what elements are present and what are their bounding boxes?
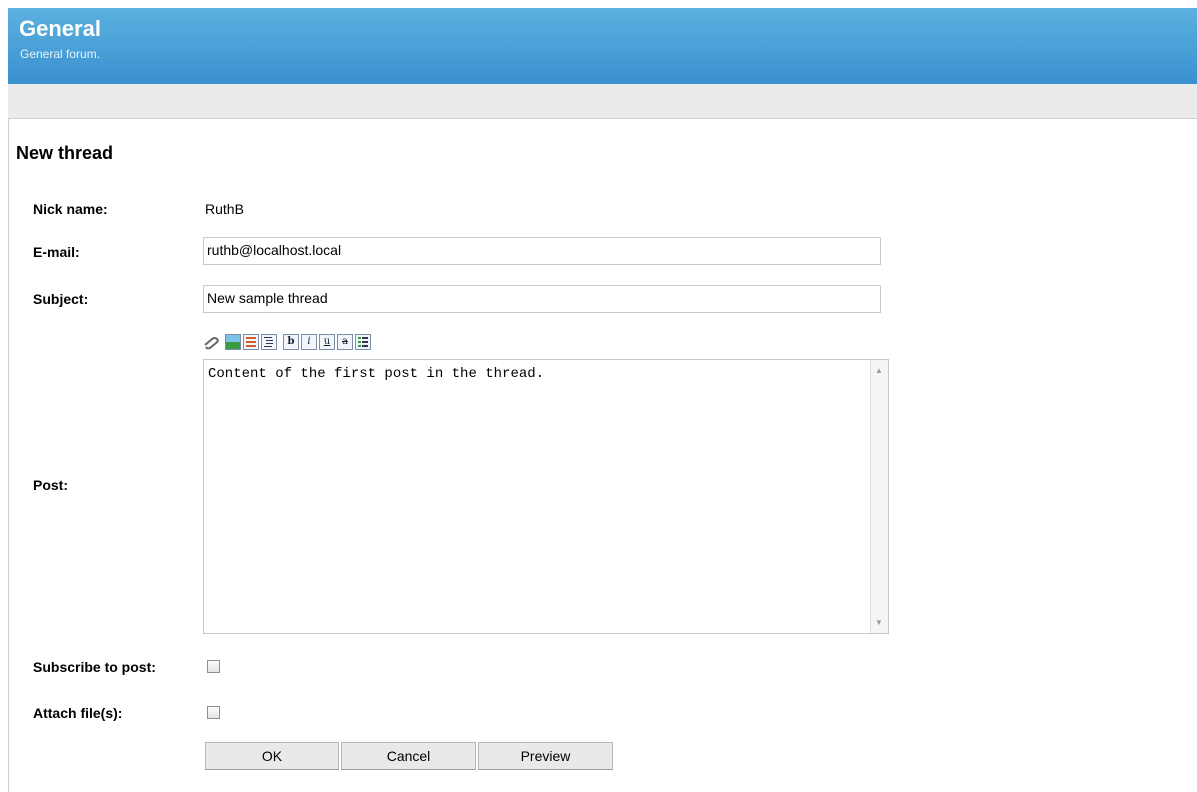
link-icon[interactable] — [203, 334, 219, 350]
navigation-bar — [8, 84, 1197, 119]
underline-icon[interactable]: u — [319, 334, 335, 350]
post-label: Post: — [33, 477, 68, 493]
subscribe-checkbox[interactable] — [207, 660, 220, 673]
subject-label: Subject: — [33, 291, 89, 307]
left-border — [8, 119, 9, 792]
subscribe-label: Subscribe to post: — [33, 659, 156, 675]
attach-files-label: Attach file(s): — [33, 705, 123, 721]
post-textarea[interactable]: Content of the first post in the thread.… — [203, 359, 889, 634]
subject-field[interactable]: New sample thread — [203, 285, 881, 313]
code-icon[interactable] — [261, 334, 277, 350]
forum-header: General General forum. — [8, 8, 1197, 84]
scroll-up-arrow-icon[interactable]: ▲ — [875, 366, 883, 375]
post-content: Content of the first post in the thread. — [208, 366, 545, 382]
scroll-down-arrow-icon[interactable]: ▼ — [875, 618, 883, 627]
nickname-value: RuthB — [205, 201, 244, 217]
italic-icon[interactable]: i — [301, 334, 317, 350]
image-icon[interactable] — [225, 334, 241, 350]
forum-title: General — [19, 16, 101, 41]
list-icon[interactable] — [355, 334, 371, 350]
bold-icon[interactable]: b — [283, 334, 299, 350]
quote-icon[interactable] — [243, 334, 259, 350]
forum-description: General forum. — [20, 47, 101, 61]
nickname-label: Nick name: — [33, 201, 108, 217]
email-label: E-mail: — [33, 244, 80, 260]
preview-button[interactable]: Preview — [478, 742, 613, 770]
post-scrollbar[interactable]: ▲ ▼ — [870, 360, 888, 633]
email-field[interactable]: ruthb@localhost.local — [203, 237, 881, 265]
cancel-button[interactable]: Cancel — [341, 742, 476, 770]
attach-files-checkbox[interactable] — [207, 706, 220, 719]
page-title: New thread — [16, 143, 114, 163]
ok-button[interactable]: OK — [205, 742, 339, 770]
strikethrough-icon[interactable]: a — [337, 334, 353, 350]
